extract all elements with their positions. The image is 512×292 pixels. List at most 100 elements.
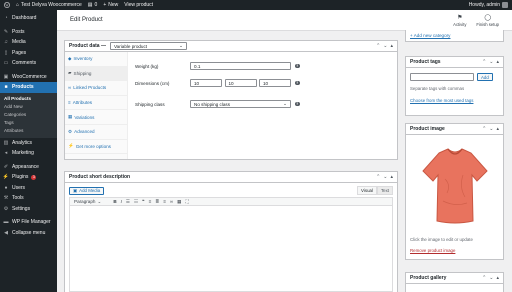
shipping-class-row: Shipping class No shipping class ⌄ ?: [135, 100, 300, 108]
grid-icon: ▦: [68, 114, 73, 120]
toggle-panel-icon[interactable]: ▴: [496, 275, 499, 281]
product-image-header: Product image ⌃ ⌄ ▴: [406, 124, 503, 135]
tab-text[interactable]: Text: [376, 186, 393, 195]
submenu-tags[interactable]: Tags: [0, 119, 57, 127]
align-right-icon[interactable]: ≡: [163, 199, 166, 204]
activity-button[interactable]: ⚑ Activity: [453, 14, 466, 27]
bold-icon[interactable]: B: [113, 199, 116, 204]
new-content-link[interactable]: + New: [103, 2, 118, 8]
list-icon: ≡: [68, 100, 71, 106]
submenu-add-new[interactable]: Add New: [0, 103, 57, 111]
move-down-icon[interactable]: ⌄: [489, 275, 493, 281]
chevron-down-icon: ⌄: [179, 43, 183, 48]
finish-setup-label: Finish setup: [476, 21, 499, 27]
menu-settings[interactable]: ⚙ Settings: [0, 204, 57, 215]
menu-pages[interactable]: ▯ Pages: [0, 48, 57, 59]
align-left-icon[interactable]: ≡: [149, 199, 152, 204]
menu-analytics[interactable]: ▥ Analytics: [0, 138, 57, 149]
height-input[interactable]: 10: [259, 79, 291, 87]
menu-media[interactable]: ♫ Media: [0, 37, 57, 48]
panel-controls: ⌃ ⌄ ▴: [482, 59, 499, 65]
fullscreen-icon[interactable]: ⛶: [186, 199, 189, 204]
tab-get-more-options[interactable]: ⚡ Get more options: [65, 140, 127, 155]
menu-marketing[interactable]: ◂ Marketing: [0, 148, 57, 159]
toolbar-toggle-icon[interactable]: ▦: [177, 199, 181, 205]
dimensions-label: Dimensions (cm): [135, 80, 170, 86]
toggle-panel-icon[interactable]: ▴: [496, 59, 499, 65]
menu-dashboard[interactable]: ◔ Dashboard: [0, 13, 57, 24]
tshirt-image: [421, 148, 488, 224]
toggle-panel-icon[interactable]: ▴: [390, 174, 393, 180]
inventory-icon: ◆: [68, 55, 72, 61]
wordpress-logo-icon[interactable]: W: [4, 2, 10, 8]
move-up-icon[interactable]: ⌃: [376, 174, 380, 180]
product-image-title: Product image: [410, 126, 445, 132]
help-icon[interactable]: ?: [295, 101, 300, 107]
panel-controls: ⌃ ⌄ ▴: [482, 275, 499, 281]
menu-tools[interactable]: ⚒ Tools: [0, 193, 57, 204]
help-icon[interactable]: ?: [295, 63, 300, 69]
move-up-icon[interactable]: ⌃: [482, 59, 486, 65]
menu-users[interactable]: ● Users: [0, 183, 57, 194]
tab-variations[interactable]: ▦ Variations: [65, 110, 127, 125]
collapse-menu-button[interactable]: ◀ Collapse menu: [0, 228, 57, 239]
tag-input[interactable]: [410, 73, 474, 81]
finish-setup-button[interactable]: ◯ Finish setup: [476, 14, 499, 27]
italic-icon[interactable]: I: [121, 199, 122, 204]
blockquote-icon[interactable]: ❝: [142, 199, 144, 205]
submenu-categories[interactable]: Categories: [0, 111, 57, 119]
width-input[interactable]: 10: [224, 79, 257, 87]
help-icon[interactable]: ?: [295, 80, 300, 86]
move-down-icon[interactable]: ⌄: [489, 59, 493, 65]
length-input[interactable]: 10: [190, 79, 222, 87]
move-down-icon[interactable]: ⌄: [489, 126, 493, 132]
menu-woocommerce[interactable]: ▣ WooCommerce: [0, 72, 57, 83]
bullet-list-icon[interactable]: ☰: [126, 199, 130, 205]
link-icon[interactable]: ∞: [170, 199, 173, 204]
toggle-panel-icon[interactable]: ▴: [390, 43, 393, 49]
add-category-link[interactable]: + Add new category: [410, 33, 450, 38]
tab-advanced[interactable]: ⚙ Advanced: [65, 125, 127, 140]
submenu-attributes[interactable]: Attributes: [0, 127, 57, 135]
product-type-select[interactable]: Variable product ⌄: [109, 42, 187, 50]
menu-products[interactable]: ■ Products: [0, 82, 57, 93]
move-up-icon[interactable]: ⌃: [482, 275, 486, 281]
numbered-list-icon[interactable]: ☷: [134, 199, 138, 205]
tab-shipping[interactable]: ▰ Shipping: [65, 66, 127, 82]
weight-input[interactable]: 0.1: [190, 62, 291, 70]
menu-comments[interactable]: ▭ Comments: [0, 58, 57, 69]
product-tags-panel: Product tags ⌃ ⌄ ▴ Add Separate tags wit…: [405, 56, 504, 116]
menu-wp-file-manager[interactable]: ▬ WP File Manager: [0, 217, 57, 228]
panel-controls: ⌃ ⌄ ▴: [376, 43, 393, 49]
tab-inventory[interactable]: ◆ Inventory: [65, 52, 127, 67]
format-select[interactable]: Paragraph ⌄: [74, 199, 101, 205]
page-title: Edit Product: [70, 17, 103, 23]
toggle-panel-icon[interactable]: ▴: [496, 126, 499, 132]
site-name-link[interactable]: ⌂ Test Delyva Woocommerce: [16, 2, 82, 8]
align-center-icon[interactable]: ≣: [155, 199, 159, 205]
move-down-icon[interactable]: ⌄: [383, 43, 387, 49]
move-up-icon[interactable]: ⌃: [376, 43, 380, 49]
move-up-icon[interactable]: ⌃: [482, 126, 486, 132]
add-tag-button[interactable]: Add: [477, 73, 493, 81]
add-tag-label: Add: [481, 74, 489, 80]
choose-tags-link[interactable]: Choose from the most used tags: [410, 98, 473, 103]
submenu-all-products[interactable]: All Products: [0, 95, 57, 103]
move-down-icon[interactable]: ⌄: [383, 174, 387, 180]
menu-plugins[interactable]: ⚡ Plugins 3: [0, 172, 57, 183]
tab-label: Linked Products: [73, 85, 107, 91]
comments-link[interactable]: ▤ 0: [88, 2, 98, 8]
shipping-class-select[interactable]: No shipping class ⌄: [190, 100, 291, 108]
add-media-button[interactable]: ▣ Add Media: [69, 186, 105, 195]
user-menu[interactable]: Howdy, admin: [469, 2, 508, 8]
editor-content-area[interactable]: [69, 206, 393, 292]
view-product-link[interactable]: View product: [124, 2, 153, 8]
tab-visual[interactable]: Visual: [357, 186, 377, 195]
remove-image-link[interactable]: Remove product image: [410, 248, 455, 253]
tab-attributes[interactable]: ≡ Attributes: [65, 96, 127, 111]
menu-posts[interactable]: ✎ Posts: [0, 27, 57, 38]
product-image[interactable]: [410, 139, 499, 233]
product-data-tabs: ◆ Inventory ▰ Shipping ∞ Linked Products ≡ A…: [65, 52, 128, 159]
menu-appearance[interactable]: ✐ Appearance: [0, 162, 57, 173]
tab-linked-products[interactable]: ∞ Linked Products: [65, 81, 127, 96]
